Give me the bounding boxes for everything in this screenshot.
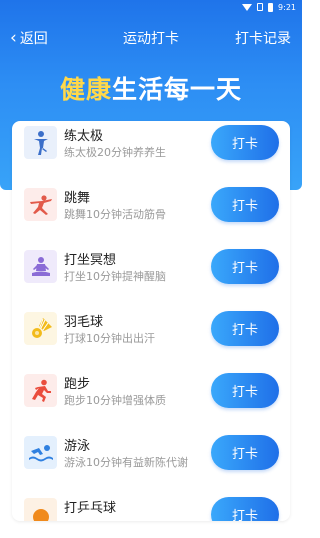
badminton-icon	[24, 312, 57, 345]
running-icon	[24, 374, 57, 407]
activity-desc: 跑步10分钟增强体质	[64, 394, 166, 407]
slogan-rest: 生活每一天	[112, 75, 243, 104]
ping-pong-icon	[24, 498, 57, 521]
swimming-icon	[24, 436, 57, 469]
activity-desc: 打球10分钟出出汗	[64, 332, 155, 345]
checkin-button[interactable]: 打卡	[211, 435, 279, 470]
list-item: 羽毛球 打球10分钟出出汗 打卡	[12, 298, 290, 360]
activity-desc: 练太极20分钟养养生	[64, 146, 166, 159]
dance-icon	[24, 188, 57, 221]
checkin-button[interactable]: 打卡	[211, 373, 279, 408]
activity-card: 练太极 练太极20分钟养养生 打卡 跳舞 跳舞10分钟活动筋骨 打卡 打坐冥想 …	[12, 121, 290, 521]
checkin-button[interactable]: 打卡	[211, 311, 279, 346]
activity-name: 打乒乓球	[64, 501, 117, 516]
status-bar: 9:21	[0, 0, 302, 14]
meditation-icon	[24, 250, 57, 283]
status-time: 9:21	[278, 2, 296, 12]
checkin-button[interactable]: 打卡	[211, 125, 279, 160]
slogan: 健康生活每一天	[0, 70, 302, 106]
activity-desc: 游泳10分钟有益新陈代谢	[64, 456, 188, 469]
list-item: 游泳 游泳10分钟有益新陈代谢 打卡	[12, 422, 290, 484]
list-item: 打乒乓球 打卡	[12, 484, 290, 521]
bottom-area	[0, 528, 302, 538]
battery-icon	[268, 2, 274, 12]
activity-name: 羽毛球	[64, 315, 104, 330]
list-item: 打坐冥想 打坐10分钟提神醒脑 打卡	[12, 236, 290, 298]
checkin-record-link[interactable]: 打卡记录	[235, 28, 291, 48]
slogan-highlight: 健康	[59, 75, 112, 104]
checkin-button[interactable]: 打卡	[211, 497, 279, 521]
tai-chi-icon	[24, 126, 57, 159]
activity-desc: 打坐10分钟提神醒脑	[64, 270, 166, 283]
activity-name: 跑步	[64, 377, 91, 392]
nav-bar: ‹ 返回 运动打卡 打卡记录	[0, 22, 302, 54]
sim-icon	[257, 3, 264, 11]
activity-list: 练太极 练太极20分钟养养生 打卡 跳舞 跳舞10分钟活动筋骨 打卡 打坐冥想 …	[12, 121, 290, 521]
list-item: 跑步 跑步10分钟增强体质 打卡	[12, 360, 290, 422]
wifi-icon	[242, 3, 253, 11]
activity-name: 练太极	[64, 129, 104, 144]
activity-name: 跳舞	[64, 191, 91, 206]
activity-name: 打坐冥想	[64, 253, 117, 268]
checkin-button[interactable]: 打卡	[211, 249, 279, 284]
activity-name: 游泳	[64, 439, 91, 454]
list-item: 跳舞 跳舞10分钟活动筋骨 打卡	[12, 174, 290, 236]
activity-desc: 跳舞10分钟活动筋骨	[64, 208, 166, 221]
list-item: 练太极 练太极20分钟养养生 打卡	[12, 121, 290, 174]
checkin-button[interactable]: 打卡	[211, 187, 279, 222]
